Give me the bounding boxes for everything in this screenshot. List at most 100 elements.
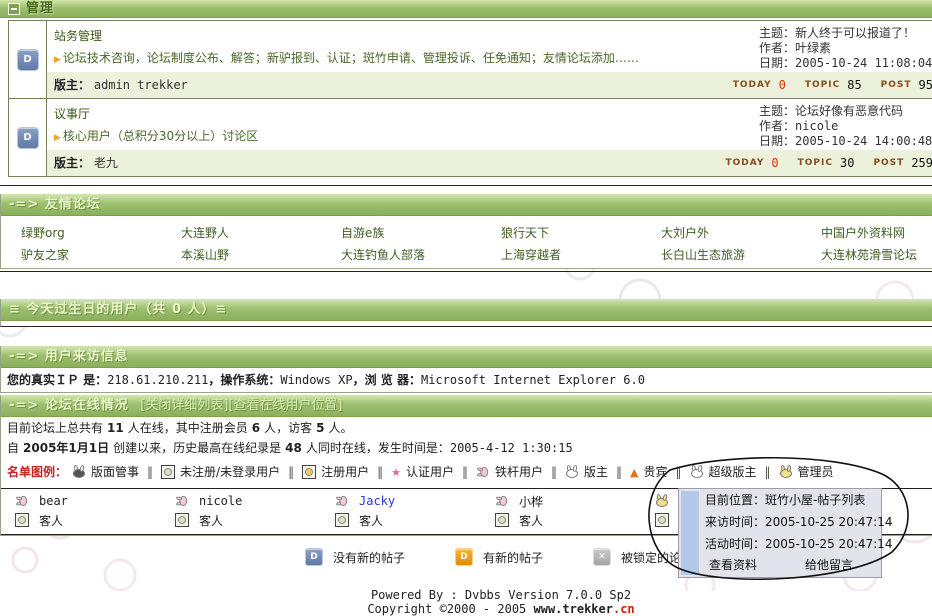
online-total: 11 bbox=[107, 421, 124, 435]
rabbit-yellow-icon bbox=[655, 494, 669, 508]
last-topic-link[interactable]: 论坛好像有恶意代码 bbox=[795, 104, 903, 118]
friend-forum-link[interactable]: 自游e族 bbox=[341, 222, 501, 244]
legend-label: 贵宾 bbox=[643, 463, 667, 480]
category-header-bar: 管理 bbox=[0, 0, 932, 18]
triangle-orange-icon bbox=[630, 465, 638, 479]
tooltip-location: 目前位置：斑竹小屋-帖子列表 bbox=[679, 489, 881, 511]
online-user: 小桦 客人 bbox=[495, 493, 655, 528]
category-title: 管理 bbox=[26, 0, 54, 17]
friend-forum-link[interactable]: 绿野org bbox=[21, 222, 181, 244]
friend-forum-link[interactable]: 大连钓鱼人部落 bbox=[341, 244, 501, 266]
rabbit-pink-icon bbox=[176, 495, 188, 507]
legend-label: 管理员 bbox=[798, 463, 834, 480]
x-grey-icon bbox=[593, 548, 611, 566]
topic-label: 主题： bbox=[759, 104, 795, 118]
tooltip-activity-time: 活动时间：2005-10-25 20:47:14 bbox=[679, 533, 881, 555]
last-topic-link[interactable]: 新人终于可以报道了！ bbox=[795, 26, 915, 40]
legend-label: 超级版主 bbox=[709, 463, 757, 480]
separator: ‖ bbox=[288, 465, 294, 479]
forum-lastpost-cell: 主题：新人终于可以报道了！ 作者：叶绿素 日期：2005-10-24 11:08… bbox=[759, 21, 932, 72]
forum-title-link[interactable]: 议事厅 bbox=[54, 107, 90, 121]
site-link[interactable]: www.trekker bbox=[534, 602, 613, 616]
separator: ‖ bbox=[676, 465, 682, 479]
legend-label: 版主 bbox=[584, 463, 608, 480]
user-name-link[interactable]: Jacky bbox=[359, 494, 395, 508]
friend-forum-link[interactable]: 大连林苑滑雪论坛 bbox=[821, 244, 932, 266]
friend-forum-link[interactable]: 本溪山野 bbox=[181, 244, 341, 266]
record-count: 48 bbox=[285, 441, 302, 455]
rabbit-pink-icon bbox=[496, 495, 508, 507]
author-label: 作者： bbox=[759, 41, 795, 55]
avatar-square-icon bbox=[335, 513, 349, 527]
today-label: TODAY bbox=[726, 158, 765, 168]
record-text: 创建以来，历史最高在线纪录是 bbox=[113, 441, 281, 455]
forum-description-text: 核心用户（总积分30分以上）讨论区 bbox=[63, 129, 258, 143]
separator: ‖ bbox=[377, 465, 383, 479]
forum-stats: TODAY0 TOPIC30 POST259 bbox=[726, 156, 932, 170]
online-record-line: 自2005年1月1日创建以来，历史最高在线纪录是48人同时在线，发生时间是：20… bbox=[1, 437, 932, 457]
forum-footer-row: 版主： admin trekker TODAY0 TOPIC85 POST95 bbox=[47, 72, 932, 98]
collapse-icon[interactable] bbox=[8, 3, 20, 15]
forum-status-d-icon bbox=[17, 49, 39, 71]
user-name-link[interactable]: nicole bbox=[199, 494, 242, 508]
ip-label: 您的真实ＩＰ 是： bbox=[7, 373, 107, 387]
section-divider bbox=[0, 185, 932, 186]
d-orange-icon bbox=[455, 548, 473, 566]
online-text: 目前论坛上总共有 bbox=[7, 421, 103, 435]
view-profile-link[interactable]: 查看资料 bbox=[709, 555, 757, 576]
arrow-icon bbox=[54, 51, 61, 65]
online-user: nicole 客人 bbox=[175, 493, 335, 528]
rabbit-yellow-icon bbox=[779, 465, 793, 479]
author-label: 作者： bbox=[759, 119, 795, 133]
rabbit-white-icon bbox=[690, 465, 704, 479]
rabbit-pink-icon bbox=[16, 495, 28, 507]
topic-count-label: TOPIC bbox=[798, 158, 833, 168]
tooltip-highlight-strip bbox=[681, 491, 699, 575]
friend-forum-link[interactable]: 驴友之家 bbox=[21, 244, 181, 266]
date-label: 日期： bbox=[759, 134, 795, 148]
post-count: 259 bbox=[911, 156, 932, 170]
user-name-link[interactable]: 小桦 bbox=[519, 493, 543, 510]
moderators-links[interactable]: admin trekker bbox=[94, 78, 188, 92]
friend-forum-link[interactable]: 狼行天下 bbox=[501, 222, 661, 244]
birthday-body bbox=[1, 321, 932, 326]
last-author-link[interactable]: 叶绿素 bbox=[795, 41, 831, 55]
moderators: 版主： 老九 bbox=[54, 154, 118, 171]
topic-count: 30 bbox=[840, 156, 854, 170]
arrow-icon bbox=[54, 129, 61, 143]
forum-lastpost-cell: 主题：论坛好像有恶意代码 作者：nicole 日期：2005-10-24 14:… bbox=[759, 99, 932, 150]
rabbit-pink-icon bbox=[336, 495, 348, 507]
star-pink-icon bbox=[391, 465, 401, 479]
birthday-bar: ≡ 今天过生日的用户（共 0 人）≡ bbox=[1, 299, 932, 321]
friend-forum-link[interactable]: 长白山生态旅游 bbox=[661, 244, 821, 266]
birthday-box: ≡ 今天过生日的用户（共 0 人）≡ bbox=[0, 299, 932, 327]
friend-forum-link[interactable]: 上海穿越者 bbox=[501, 244, 661, 266]
friend-forum-link[interactable]: 大连野人 bbox=[181, 222, 341, 244]
forum-description: 论坛技术咨询，论坛制度公布、解答；新驴报到、认证；斑竹申请、管理投诉、任免通知；… bbox=[47, 46, 759, 72]
friend-forum-link[interactable]: 中国户外资料网 bbox=[821, 222, 932, 244]
send-message-link[interactable]: 给他留言 bbox=[805, 555, 853, 576]
rabbit-white-icon bbox=[565, 465, 579, 479]
forum-title-link[interactable]: 站务管理 bbox=[54, 29, 102, 43]
friend-forum-link[interactable]: 大刘户外 bbox=[661, 222, 821, 244]
last-date: 2005-10-24 11:08:04 bbox=[795, 56, 932, 70]
online-members: 6 bbox=[252, 421, 260, 435]
legend-label: 版面管事 bbox=[91, 463, 139, 480]
topic-label: 主题： bbox=[759, 26, 795, 40]
moderators-links[interactable]: 老九 bbox=[94, 156, 118, 170]
today-count: 0 bbox=[771, 156, 778, 170]
forum-icon-cell bbox=[9, 99, 47, 176]
visitor-info-bar: -=> 用户来访信息 bbox=[1, 346, 932, 368]
powered-by: Powered By : Dvbbs Version 7.0.0 Sp2 bbox=[0, 588, 932, 602]
moderators: 版主： admin trekker bbox=[54, 76, 188, 93]
online-guests: 5 bbox=[316, 421, 324, 435]
last-date: 2005-10-24 14:00:48 bbox=[795, 134, 932, 148]
last-author-link[interactable]: nicole bbox=[795, 119, 838, 133]
user-name-link[interactable]: bear bbox=[39, 494, 68, 508]
avatar-square-icon bbox=[495, 513, 509, 527]
separator: ‖ bbox=[147, 465, 153, 479]
legend-label: 认证用户 bbox=[406, 463, 454, 480]
forum-status-d-icon bbox=[17, 127, 39, 149]
avatar-square-icon bbox=[161, 465, 175, 479]
online-status-links[interactable]: [关闭详细列表][查看在线用户位置] bbox=[140, 398, 342, 413]
